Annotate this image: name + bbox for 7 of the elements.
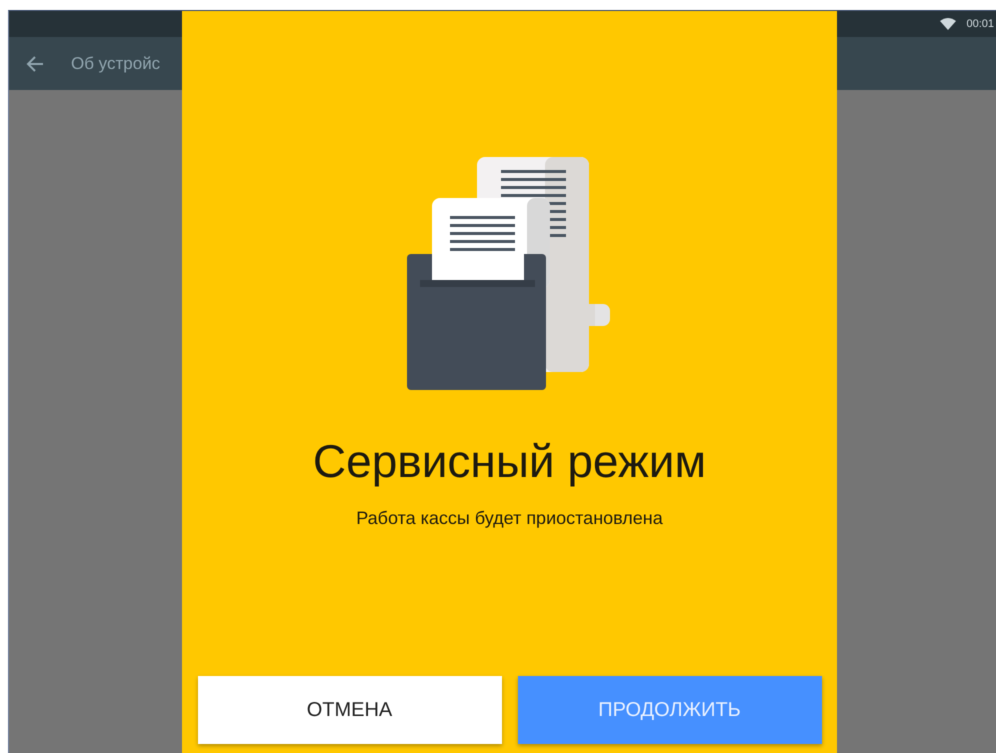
- dialog-title: Сервисный режим: [312, 434, 706, 488]
- wifi-icon: [940, 18, 956, 30]
- back-arrow-icon: [25, 54, 45, 74]
- app-bar-title: Об устройс: [71, 54, 160, 74]
- dialog-message: Работа кассы будет приостановлена: [356, 508, 663, 529]
- status-time: 00:01: [966, 18, 994, 30]
- cancel-button[interactable]: ОТМЕНА: [198, 676, 502, 744]
